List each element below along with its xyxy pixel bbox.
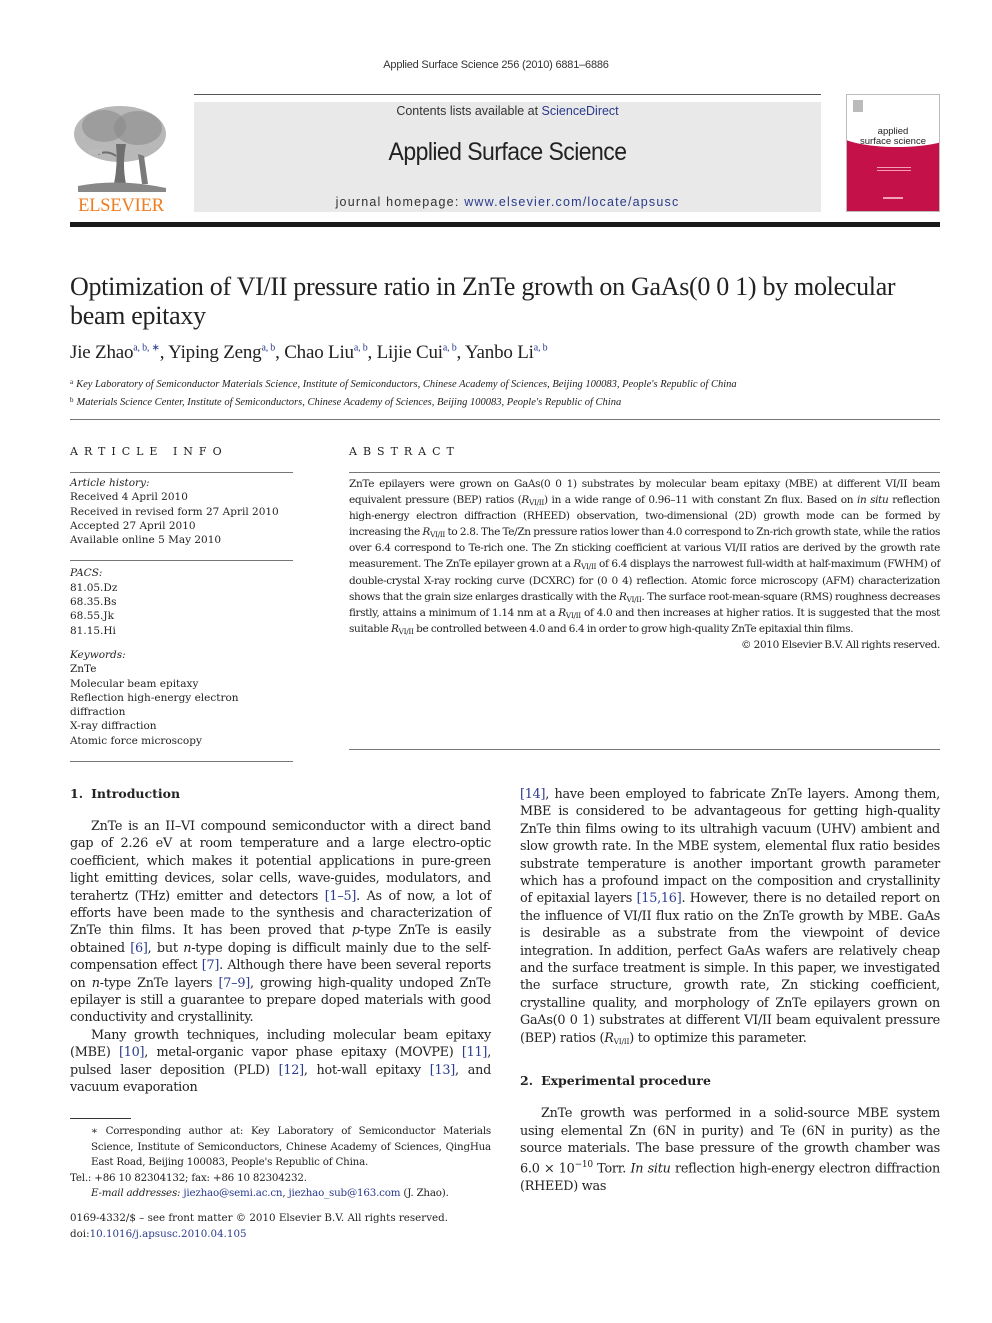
section-heading-introduction: 1. Introduction xyxy=(70,786,181,801)
citation-link[interactable]: [12] xyxy=(279,1063,305,1078)
contact-phone: Tel.: +86 10 82304132; fax: +86 10 82304… xyxy=(70,1171,307,1184)
pacs-codes: PACS: 81.05.Dz 68.35.Bs 68.55.Jk 81.15.H… xyxy=(70,566,293,637)
author-list: Jie Zhaoa, b, ∗, Yiping Zenga, b, Chao L… xyxy=(70,342,548,363)
keyword-item[interactable]: ZnTe xyxy=(70,662,293,676)
paragraph: ZnTe growth was performed in a solid-sou… xyxy=(520,1106,940,1194)
author[interactable]: Chao Liua, b xyxy=(284,342,367,363)
issn-doi: 0169-4332/$ – see front matter © 2010 El… xyxy=(70,1211,491,1242)
citation-link[interactable]: [14] xyxy=(520,787,546,802)
article-title: Optimization of VI/II pressure ratio in … xyxy=(70,272,896,330)
history-label: Article history: xyxy=(70,477,150,489)
contents-availability: Contents lists available at ScienceDirec… xyxy=(194,104,821,118)
cover-fine-print xyxy=(877,167,911,171)
keyword-item[interactable]: Atomic force microscopy xyxy=(70,734,293,748)
history-item: Received in revised form 27 April 2010 xyxy=(70,505,279,518)
article-history: Article history: Received 4 April 2010 R… xyxy=(70,476,293,547)
body-column-right: [14], have been employed to fabricate Zn… xyxy=(520,786,940,1195)
citation-link[interactable]: [11] xyxy=(462,1045,488,1060)
paragraph: Many growth techniques, including molecu… xyxy=(70,1027,492,1096)
journal-homepage: journal homepage: www.elsevier.com/locat… xyxy=(194,195,821,209)
footnote-rule xyxy=(70,1118,131,1119)
homepage-prefix: journal homepage: xyxy=(335,195,465,209)
citation-link[interactable]: [6] xyxy=(130,941,148,956)
cover-title-line2: surface science xyxy=(859,136,926,147)
journal-cover-thumbnail[interactable]: applied surface science xyxy=(846,94,940,212)
author[interactable]: Jie Zhaoa, b, ∗ xyxy=(70,342,160,363)
pacs-label: PACS: xyxy=(70,567,103,580)
email-addresses: E-mail addresses: jiezhao@semi.ac.cn, ji… xyxy=(91,1187,449,1199)
divider xyxy=(349,749,940,750)
divider xyxy=(70,560,293,562)
body-column-left: 1. Introduction ZnTe is an II–VI compound… xyxy=(70,786,491,1097)
history-item: Received 4 April 2010 xyxy=(70,491,188,504)
keyword-item[interactable]: Reflection high-energy electron diffract… xyxy=(70,691,293,720)
keyword-item[interactable]: X-ray diffraction xyxy=(70,719,293,733)
citation-link[interactable]: [10] xyxy=(119,1045,145,1060)
header-divider xyxy=(70,222,940,227)
pacs-item: 68.55.Jk xyxy=(70,610,114,623)
abstract-heading: ABSTRACT xyxy=(349,445,460,458)
cover-footer-mark xyxy=(883,197,903,199)
journal-citation: Applied Surface Science 256 (2010) 6881–… xyxy=(383,59,609,71)
keywords-label: Keywords: xyxy=(70,648,126,661)
journal-name: Applied Surface Science xyxy=(388,138,627,166)
issn-line: 0169-4332/$ – see front matter © 2010 El… xyxy=(70,1212,448,1224)
abstract-text: ZnTe epilayers were grown on GaAs(0 0 1)… xyxy=(349,476,940,653)
email-link[interactable]: jiezhao@semi.ac.cn xyxy=(183,1187,282,1199)
header-top-rule xyxy=(194,94,821,95)
contents-prefix: Contents lists available at xyxy=(396,104,542,118)
citation-link[interactable]: [7] xyxy=(202,958,220,973)
article-info: Article history: Received 4 April 2010 R… xyxy=(70,472,293,763)
pacs-item: 81.15.Hi xyxy=(70,624,116,637)
divider xyxy=(70,761,293,763)
pacs-item: 81.05.Dz xyxy=(70,581,118,594)
citation-link[interactable]: [7–9] xyxy=(219,976,251,991)
doi-line: doi:10.1016/j.apsusc.2010.04.105 xyxy=(70,1227,247,1240)
author[interactable]: Yiping Zenga, b xyxy=(168,342,275,363)
corresponding-author-note: ∗ Corresponding author at: Key Laborator… xyxy=(91,1125,491,1168)
affiliations: a Key Laboratory of Semiconductor Materia… xyxy=(70,375,940,410)
email-link[interactable]: jiezhao_sub@163.com xyxy=(289,1187,401,1199)
cover-publisher-icon xyxy=(853,100,863,112)
affiliation: a Key Laboratory of Semiconductor Materia… xyxy=(70,378,737,390)
divider xyxy=(70,419,940,420)
history-item: Accepted 27 April 2010 xyxy=(70,519,196,532)
paragraph: ZnTe is an II–VI compound semiconductor … xyxy=(70,819,491,1026)
keyword-item[interactable]: Molecular beam epitaxy xyxy=(70,677,293,691)
author[interactable]: Yanbo Lia, b xyxy=(465,342,548,363)
homepage-link[interactable]: www.elsevier.com/locate/apsusc xyxy=(464,195,679,209)
keywords: Keywords: ZnTe Molecular beam epitaxy Re… xyxy=(70,648,293,748)
abstract-copyright: © 2010 Elsevier B.V. All rights reserved… xyxy=(740,638,940,651)
footnotes: ∗ Corresponding author at: Key Laborator… xyxy=(70,1124,491,1202)
sciencedirect-link[interactable]: ScienceDirect xyxy=(542,104,619,118)
cover-title: applied surface science xyxy=(847,127,939,147)
elsevier-wordmark: ELSEVIER xyxy=(78,196,164,216)
citation-link[interactable]: [15,16] xyxy=(637,891,682,906)
tree-icon xyxy=(74,106,166,192)
article-info-heading: ARTICLE INFO xyxy=(70,445,228,458)
doi-link[interactable]: 10.1016/j.apsusc.2010.04.105 xyxy=(90,1228,247,1240)
pacs-item: 68.35.Bs xyxy=(70,596,117,609)
paragraph-continued: [14], have been employed to fabricate Zn… xyxy=(520,787,940,1046)
citation-link[interactable]: [1–5] xyxy=(325,889,357,904)
section-heading-experimental: 2. Experimental procedure xyxy=(520,1073,711,1089)
citation-link[interactable]: [13] xyxy=(430,1063,456,1078)
divider xyxy=(349,472,940,473)
affiliation: b Materials Science Center, Institute of … xyxy=(70,395,622,408)
history-item: Available online 5 May 2010 xyxy=(70,534,222,547)
author[interactable]: Lijie Cuia, b xyxy=(377,342,457,363)
